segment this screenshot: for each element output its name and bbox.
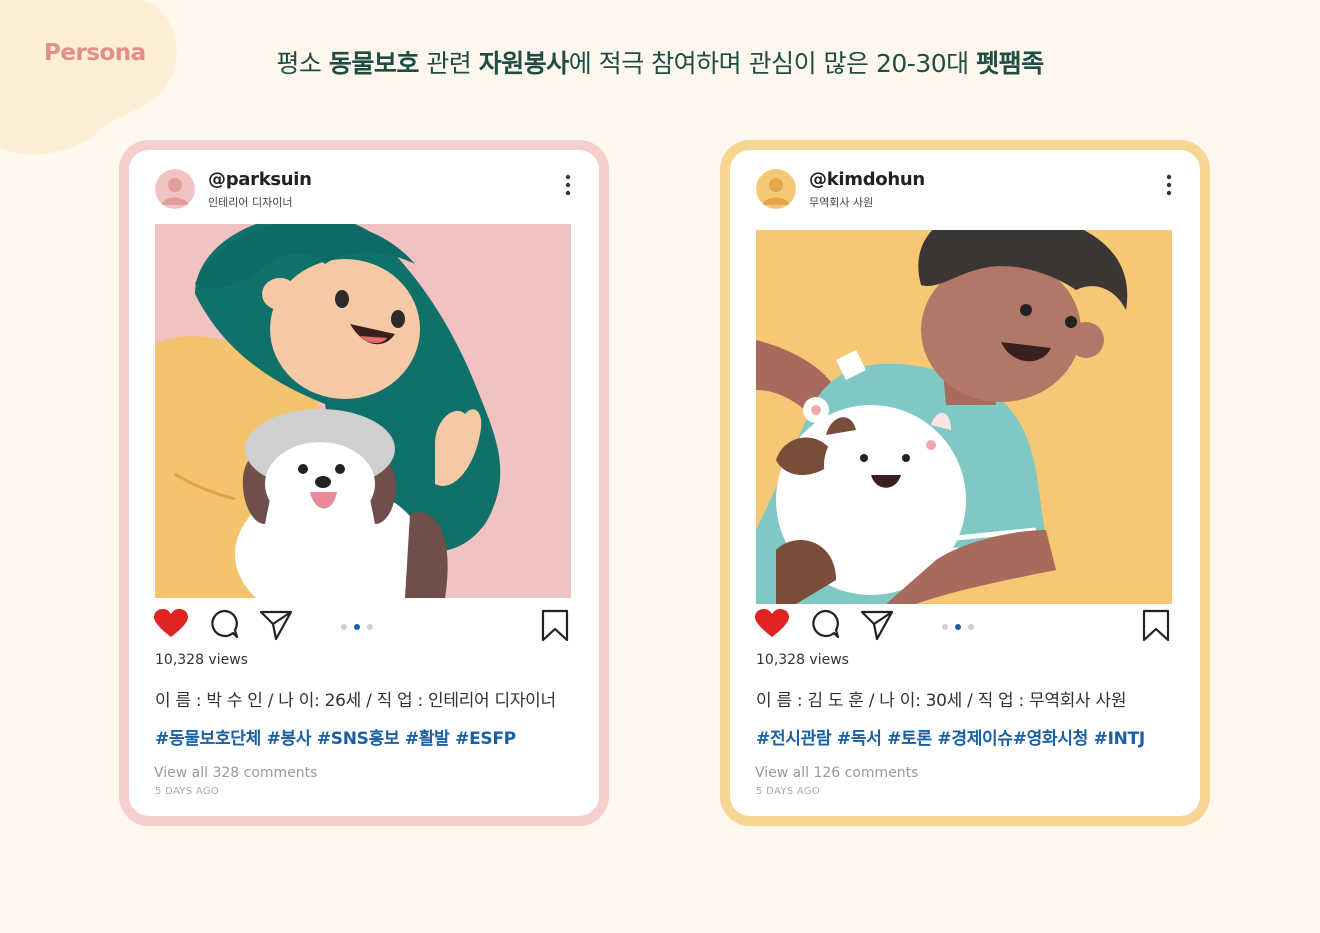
- more-options-icon[interactable]: [559, 172, 577, 200]
- user-subtitle: 무역회사 사원: [809, 196, 874, 209]
- user-avatar-icon: [155, 169, 195, 209]
- username[interactable]: @kimdohun: [809, 169, 925, 190]
- post-actions: [154, 609, 574, 645]
- post-card-kimdohun: @kimdohun 무역회사 사원 10,328 views 이 름: 김 도…: [720, 140, 1210, 826]
- share-icon[interactable]: [860, 609, 894, 641]
- more-options-icon[interactable]: [1160, 172, 1178, 200]
- persona-profile: 이 름 : 박 수 인 / 나 이: 26세 / 직 업 : 인테리어 디자이너: [155, 691, 556, 711]
- page-headline: 평소 동물보호 관련 자원봉사에 적극 참여하며 관심이 많은 20-30대 펫…: [276, 49, 1044, 78]
- decorative-blob: [0, 0, 177, 155]
- user-avatar-icon: [756, 169, 796, 209]
- avatar[interactable]: [155, 169, 195, 209]
- heart-icon[interactable]: [755, 609, 789, 639]
- hashtags[interactable]: #동물보호단체 #봉사 #SNS홍보 #활발 #ESFP: [155, 724, 516, 749]
- view-comments-link[interactable]: View all 328 comments: [154, 765, 317, 781]
- post-actions: [755, 609, 1175, 645]
- view-count: 10,328 views: [756, 652, 849, 668]
- comment-icon[interactable]: [810, 609, 840, 639]
- view-comments-link[interactable]: View all 126 comments: [755, 765, 918, 781]
- user-subtitle: 인테리어 디자이너: [208, 196, 293, 209]
- avatar[interactable]: [756, 169, 796, 209]
- carousel-dots[interactable]: [940, 622, 980, 632]
- post-card-parksuin: @parksuin 인테리어 디자이너 10,328 views 이 름: 박…: [119, 140, 609, 826]
- post-photo: [155, 224, 571, 598]
- comment-icon[interactable]: [209, 609, 239, 639]
- post-time: 5 DAYS AGO: [155, 786, 220, 797]
- username[interactable]: @parksuin: [208, 169, 312, 190]
- view-count: 10,328 views: [155, 652, 248, 668]
- post-time: 5 DAYS AGO: [756, 786, 821, 797]
- carousel-dots[interactable]: [339, 622, 379, 632]
- hashtags[interactable]: #전시관람 #독서 #토론 #경제이슈#영화시청 #INTJ: [756, 724, 1145, 749]
- woman-with-dog-illustration: [155, 224, 571, 598]
- persona-profile: 이 름 : 김 도 훈 / 나 이: 30세 / 직 업 : 무역회사 사원: [756, 691, 1127, 711]
- bookmark-icon[interactable]: [1141, 609, 1171, 643]
- bookmark-icon[interactable]: [540, 609, 570, 643]
- share-icon[interactable]: [259, 609, 293, 641]
- post-photo: [756, 230, 1172, 604]
- heart-icon[interactable]: [154, 609, 188, 639]
- man-with-cat-illustration: [756, 230, 1172, 604]
